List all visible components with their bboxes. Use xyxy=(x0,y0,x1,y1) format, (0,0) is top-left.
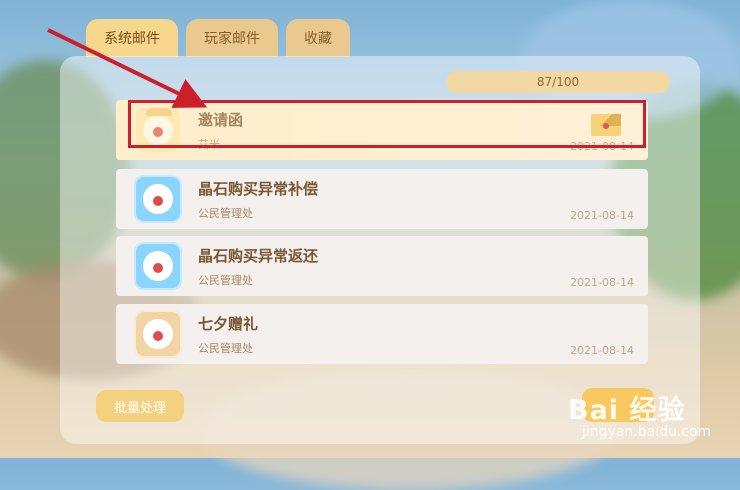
baidu-watermark-logo: Bai 经验 xyxy=(568,395,686,426)
baidu-watermark-site: jingyan.baidu.com xyxy=(582,424,712,440)
